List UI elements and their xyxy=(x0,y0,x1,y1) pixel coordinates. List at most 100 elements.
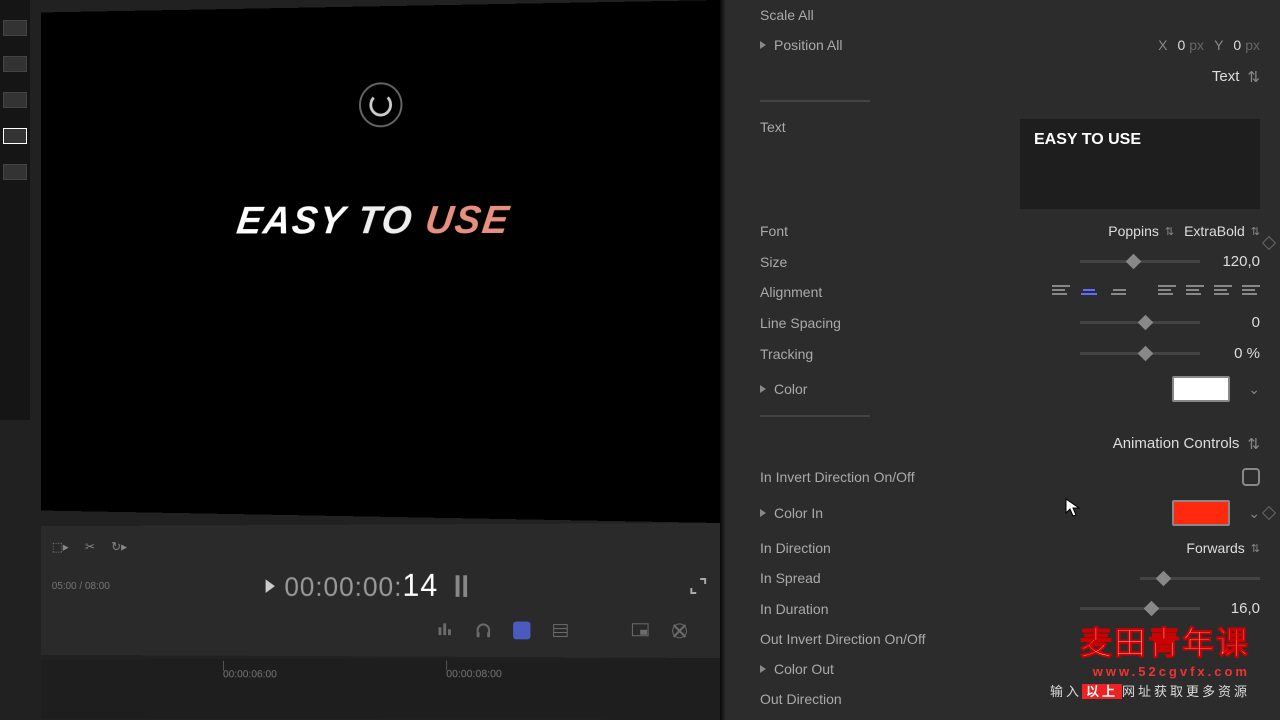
preview-viewport[interactable]: EASY TO USE xyxy=(41,0,720,523)
tracking-slider[interactable] xyxy=(1080,352,1200,355)
font-family-dropdown[interactable]: Poppins⇅ xyxy=(1108,223,1174,239)
font-weight-dropdown[interactable]: ExtraBold⇅ xyxy=(1184,223,1260,239)
linespacing-value[interactable]: 0 xyxy=(1210,314,1260,331)
out-invert-row: Out Invert Direction On/Off xyxy=(760,624,1260,654)
transport-bar: ⬚▸ ✂ ↻▸ 05:00 / 08:00 00:00:00:14 xyxy=(41,523,720,658)
timecode-hms: 00:00:00: xyxy=(284,571,402,601)
color-row: Color ⌄ xyxy=(760,369,1260,409)
color-out-row: Color Out xyxy=(760,654,1260,684)
text-content-input[interactable]: EASY TO USE xyxy=(1020,119,1260,209)
preview-word: TO xyxy=(355,199,416,242)
linespacing-label: Line Spacing xyxy=(760,315,910,331)
align-left-button[interactable] xyxy=(1052,285,1070,299)
timeline-strip[interactable]: 00:00:06:00 00:00:08:00 xyxy=(41,658,720,720)
pointer-tool-icon[interactable]: ✂ xyxy=(85,539,95,554)
disclosure-icon[interactable] xyxy=(760,509,766,517)
loading-indicator-icon xyxy=(359,83,402,128)
section-divider xyxy=(760,100,870,102)
linespacing-slider[interactable] xyxy=(1080,321,1200,324)
align-justify-button[interactable] xyxy=(1242,285,1260,299)
disclosure-icon[interactable] xyxy=(760,665,766,673)
color-label: Color xyxy=(774,381,924,397)
keyframe-diamond-icon[interactable] xyxy=(1262,506,1276,520)
size-row: Size 120,0 xyxy=(760,246,1260,277)
node-thumb[interactable] xyxy=(3,92,27,108)
unit-px: px xyxy=(1189,37,1204,53)
pos-y-value[interactable]: 0 xyxy=(1233,37,1241,53)
inspector-panel: Scale All Position All X 0px Y 0px Text … xyxy=(720,0,1280,720)
timeline-mark: 00:00:06:00 xyxy=(223,669,277,681)
filmstrip-icon[interactable] xyxy=(552,622,569,640)
animation-section-header[interactable]: Animation Controls ⇅ xyxy=(760,427,1260,461)
preview-text: EASY TO USE xyxy=(234,198,513,243)
node-thumb-selected[interactable] xyxy=(3,128,27,144)
color-out-label: Color Out xyxy=(774,661,924,677)
play-icon[interactable] xyxy=(266,579,275,593)
unit-px: px xyxy=(1245,37,1260,53)
in-direction-dropdown[interactable]: Forwards⇅ xyxy=(1186,540,1260,556)
viewer-panel: EASY TO USE ⬚▸ ✂ ↻▸ 05:00 / 08:00 00:00:… xyxy=(0,0,720,720)
color-in-swatch[interactable] xyxy=(1172,500,1230,526)
text-section-header[interactable]: Text ⇅ xyxy=(760,60,1260,94)
audio-level-icon[interactable] xyxy=(437,621,454,639)
out-direction-label: Out Direction xyxy=(760,691,910,707)
node-thumb[interactable] xyxy=(3,20,27,36)
keyframe-diamond-icon[interactable] xyxy=(1262,236,1276,250)
in-duration-label: In Duration xyxy=(760,601,910,617)
disclosure-icon[interactable] xyxy=(760,41,766,49)
tracking-row: Tracking 0 % xyxy=(760,338,1260,369)
expand-icon[interactable] xyxy=(688,576,708,596)
tracking-value[interactable]: 0 % xyxy=(1210,345,1260,362)
nodes-strip xyxy=(0,0,30,420)
font-row: Font Poppins⇅ ExtraBold⇅ xyxy=(760,216,1260,246)
align-top-button[interactable] xyxy=(1158,285,1176,299)
timecode-row: 05:00 / 08:00 00:00:00:14 xyxy=(52,559,708,612)
align-right-button[interactable] xyxy=(1108,285,1126,299)
scale-all-label: Scale All xyxy=(760,7,910,23)
in-spread-label: In Spread xyxy=(760,570,910,586)
in-duration-value[interactable]: 16,0 xyxy=(1210,600,1260,617)
text-color-swatch[interactable] xyxy=(1172,376,1230,402)
preview-word: EASY xyxy=(234,199,348,242)
text-input-row: Text EASY TO USE xyxy=(760,112,1260,216)
chevron-down-icon[interactable]: ⌄ xyxy=(1248,381,1260,398)
headphones-icon[interactable] xyxy=(475,621,492,639)
color-in-label: Color In xyxy=(774,505,924,521)
duration-readout: 05:00 / 08:00 xyxy=(52,580,110,591)
bypass-icon[interactable] xyxy=(671,622,689,640)
pos-x-label: X xyxy=(1158,37,1167,53)
out-direction-row: Out Direction xyxy=(760,684,1260,714)
in-duration-slider[interactable] xyxy=(1080,607,1200,610)
node-thumb[interactable] xyxy=(3,164,27,180)
in-direction-row: In Direction Forwards⇅ xyxy=(760,533,1260,563)
waveform-icon[interactable] xyxy=(513,622,530,640)
text-section-label: Text xyxy=(1212,68,1240,86)
size-slider[interactable] xyxy=(1080,260,1200,263)
animation-section-label: Animation Controls xyxy=(1113,435,1240,453)
size-value[interactable]: 120,0 xyxy=(1210,253,1260,270)
scale-all-row: Scale All xyxy=(760,0,1260,30)
align-bottom-button[interactable] xyxy=(1214,285,1232,299)
timecode-frames: 14 xyxy=(402,567,438,602)
in-invert-checkbox[interactable] xyxy=(1242,468,1260,486)
in-spread-slider[interactable] xyxy=(1140,577,1260,580)
align-center-button[interactable] xyxy=(1080,285,1098,299)
text-field-label: Text xyxy=(760,119,910,135)
viewer-tool-row: ⬚▸ ✂ ↻▸ xyxy=(52,531,708,560)
align-middle-button[interactable] xyxy=(1186,285,1204,299)
section-divider xyxy=(760,415,870,417)
timeline-mark: 00:00:08:00 xyxy=(446,668,502,680)
in-invert-row: In Invert Direction On/Off xyxy=(760,461,1260,493)
pause-icon[interactable] xyxy=(455,575,466,597)
chevron-updown-icon: ⇅ xyxy=(1247,68,1260,86)
chevron-down-icon[interactable]: ⌄ xyxy=(1248,505,1260,522)
preview-word: USE xyxy=(423,198,513,241)
timecode-display[interactable]: 00:00:00:14 xyxy=(284,567,438,603)
crop-tool-icon[interactable]: ⬚▸ xyxy=(52,539,69,554)
in-duration-row: In Duration 16,0 xyxy=(760,593,1260,624)
pos-x-value[interactable]: 0 xyxy=(1177,37,1185,53)
node-thumb[interactable] xyxy=(3,56,27,72)
refresh-icon[interactable]: ↻▸ xyxy=(111,539,127,554)
disclosure-icon[interactable] xyxy=(760,385,766,393)
pip-icon[interactable] xyxy=(631,622,649,640)
